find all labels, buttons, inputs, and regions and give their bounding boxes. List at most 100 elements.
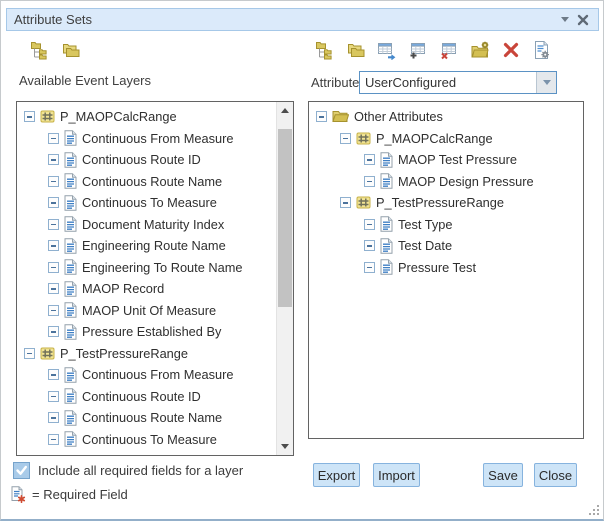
folders-icon xyxy=(346,40,366,60)
event-layer-icon xyxy=(40,109,55,124)
tree-item-label: Test Type xyxy=(398,217,453,232)
close-button[interactable]: Close xyxy=(534,463,577,487)
expand-attribute-set-button[interactable] xyxy=(315,40,335,60)
tree-item[interactable]: Continuous To Measure xyxy=(17,429,276,451)
scrollbar-thumb[interactable] xyxy=(278,129,292,307)
tree-collapse-toggle[interactable] xyxy=(24,111,35,122)
tree-item-label: MAOP Design Pressure xyxy=(398,174,534,189)
delete-attribute-set-button[interactable] xyxy=(439,40,459,60)
titlebar: Attribute Sets xyxy=(6,8,599,31)
add-event-layer-to-set-button[interactable] xyxy=(377,40,397,60)
tree-item[interactable]: P_MAOPCalcRange xyxy=(309,128,583,150)
tree-item-label: Engineering Route Name xyxy=(82,238,226,253)
tree-collapse-toggle[interactable] xyxy=(48,154,59,165)
export-button[interactable]: Export xyxy=(313,463,360,487)
table-delete-icon xyxy=(439,40,459,60)
tree-item[interactable]: Continuous Route Name xyxy=(17,407,276,429)
tree-item-label: Continuous Route ID xyxy=(82,152,201,167)
tree-item[interactable]: Continuous Route ID xyxy=(17,386,276,408)
tree-collapse-toggle[interactable] xyxy=(24,348,35,359)
available-layers-panel: P_MAOPCalcRangeContinuous From MeasureCo… xyxy=(16,101,294,456)
new-attribute-set-button[interactable] xyxy=(408,40,428,60)
attribute-set-panel: Other AttributesP_MAOPCalcRangeMAOP Test… xyxy=(308,101,584,439)
remove-item-button[interactable] xyxy=(501,40,521,60)
field-icon xyxy=(380,259,393,275)
report-gear-icon xyxy=(532,40,552,60)
tree-collapse-toggle[interactable] xyxy=(48,434,59,445)
tree-item[interactable]: Continuous Route Name xyxy=(17,171,276,193)
tree-item[interactable]: Pressure Test xyxy=(309,257,583,279)
tree-item[interactable]: Continuous From Measure xyxy=(17,364,276,386)
check-icon xyxy=(15,464,28,477)
tree-expand-icon xyxy=(315,40,335,60)
tree-collapse-toggle[interactable] xyxy=(48,283,59,294)
tree-item[interactable]: MAOP Test Pressure xyxy=(309,149,583,171)
new-attribute-group-button[interactable] xyxy=(470,40,490,60)
tree-collapse-toggle[interactable] xyxy=(48,326,59,337)
tree-collapse-toggle[interactable] xyxy=(48,133,59,144)
tree-item-label: P_MAOPCalcRange xyxy=(60,109,177,124)
tree-item[interactable]: MAOP Record xyxy=(17,278,276,300)
tree-collapse-toggle[interactable] xyxy=(364,176,375,187)
event-layer-icon xyxy=(40,346,55,361)
tree-item[interactable]: Continuous Route ID xyxy=(17,149,276,171)
include-required-checkbox[interactable] xyxy=(13,462,30,479)
tree-item[interactable]: Pressure Established By xyxy=(17,321,276,343)
field-icon xyxy=(64,324,77,340)
scrollbar[interactable] xyxy=(276,102,293,455)
field-icon xyxy=(64,152,77,168)
tree-item[interactable]: MAOP Design Pressure xyxy=(309,171,583,193)
tree-item[interactable]: Continuous To Measure xyxy=(17,192,276,214)
tree-collapse-toggle[interactable] xyxy=(364,262,375,273)
available-layers-tree: P_MAOPCalcRangeContinuous From MeasureCo… xyxy=(17,102,276,455)
tree-collapse-toggle[interactable] xyxy=(48,240,59,251)
tree-item[interactable]: P_TestPressureRange xyxy=(17,343,276,365)
tree-collapse-toggle[interactable] xyxy=(340,197,351,208)
combo-dropdown-button[interactable] xyxy=(536,72,556,93)
tree-collapse-toggle[interactable] xyxy=(340,133,351,144)
tree-item[interactable]: Other Attributes xyxy=(309,106,583,128)
field-icon xyxy=(64,173,77,189)
titlebar-menu-button[interactable] xyxy=(556,11,574,29)
tree-collapse-toggle[interactable] xyxy=(48,305,59,316)
expand-event-layers-button[interactable] xyxy=(30,40,50,60)
attribute-set-combobox[interactable]: UserConfigured xyxy=(359,71,557,94)
tree-item-label: Continuous Route Name xyxy=(82,174,222,189)
tree-collapse-toggle[interactable] xyxy=(48,176,59,187)
tree-item-label: Test Date xyxy=(398,238,452,253)
tree-item[interactable]: P_TestPressureRange xyxy=(309,192,583,214)
tree-item[interactable]: P_MAOPCalcRange xyxy=(17,106,276,128)
collapse-attribute-set-button[interactable] xyxy=(346,40,366,60)
event-layer-icon xyxy=(356,131,371,146)
import-button[interactable]: Import xyxy=(373,463,420,487)
titlebar-close-button[interactable] xyxy=(574,11,592,29)
tree-collapse-toggle[interactable] xyxy=(48,262,59,273)
tree-item[interactable]: Test Type xyxy=(309,214,583,236)
scroll-down-button[interactable] xyxy=(277,438,293,455)
collapse-event-layers-button[interactable] xyxy=(61,40,81,60)
table-plus-icon xyxy=(408,40,428,60)
tree-item[interactable]: Engineering Route Name xyxy=(17,235,276,257)
arrow-up-icon xyxy=(281,108,289,113)
resize-grip-icon[interactable] xyxy=(587,503,599,515)
scroll-up-button[interactable] xyxy=(277,102,293,119)
tree-collapse-toggle[interactable] xyxy=(48,197,59,208)
include-required-row: Include all required fields for a layer xyxy=(13,462,243,479)
tree-item[interactable]: MAOP Unit Of Measure xyxy=(17,300,276,322)
tree-item[interactable]: Document Maturity Index xyxy=(17,214,276,236)
tree-collapse-toggle[interactable] xyxy=(364,219,375,230)
save-button[interactable]: Save xyxy=(483,463,523,487)
folders-icon xyxy=(61,40,81,60)
tree-item[interactable]: Continuous From Measure xyxy=(17,128,276,150)
tree-collapse-toggle[interactable] xyxy=(48,219,59,230)
tree-item-label: Pressure Established By xyxy=(82,324,221,339)
tree-collapse-toggle[interactable] xyxy=(364,154,375,165)
tree-collapse-toggle[interactable] xyxy=(364,240,375,251)
tree-collapse-toggle[interactable] xyxy=(48,412,59,423)
tree-item[interactable]: Test Date xyxy=(309,235,583,257)
tree-collapse-toggle[interactable] xyxy=(316,111,327,122)
attribute-set-properties-button[interactable] xyxy=(532,40,552,60)
tree-item[interactable]: Engineering To Route Name xyxy=(17,257,276,279)
tree-collapse-toggle[interactable] xyxy=(48,369,59,380)
tree-collapse-toggle[interactable] xyxy=(48,391,59,402)
